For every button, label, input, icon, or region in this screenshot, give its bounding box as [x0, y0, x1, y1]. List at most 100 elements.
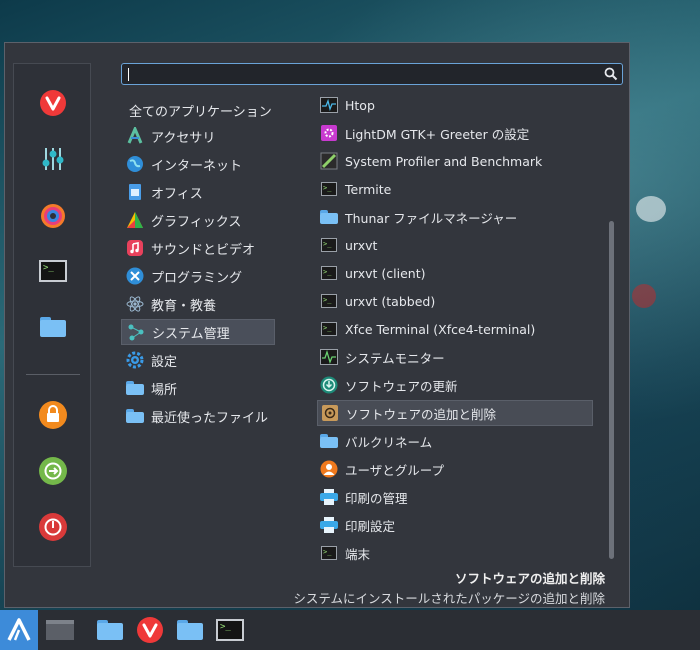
- app-label: System Profiler and Benchmark: [345, 153, 543, 169]
- app-label: urxvt (client): [345, 265, 426, 281]
- app-label: ユーザとグループ: [345, 462, 445, 478]
- folder-icon: [319, 431, 339, 451]
- category-label: システム管理: [152, 326, 230, 342]
- package-manager-icon: [320, 403, 340, 423]
- category-label: プログラミング: [151, 270, 243, 286]
- category-system[interactable]: システム管理: [121, 319, 275, 345]
- app-urxvt-tabbed[interactable]: >_ urxvt (tabbed): [317, 288, 593, 314]
- app-label: システムモニター: [345, 350, 445, 366]
- terminal-icon: >_: [319, 235, 339, 255]
- search-input[interactable]: [121, 63, 623, 85]
- app-label: 印刷の管理: [345, 490, 408, 506]
- app-label: LightDM GTK+ Greeter の設定: [345, 126, 530, 142]
- color-picker-icon[interactable]: [36, 198, 70, 232]
- terminal-icon[interactable]: >_: [36, 254, 70, 288]
- category-label: 教育・教養: [151, 298, 217, 314]
- app-label: ソフトウェアの更新: [345, 378, 458, 394]
- category-all-applications[interactable]: 全てのアプリケーション: [129, 101, 272, 120]
- app-label: Htop: [345, 97, 375, 113]
- printer-icon: [319, 487, 339, 507]
- category-development[interactable]: プログラミング: [121, 263, 275, 289]
- internet-icon: [125, 154, 145, 174]
- power-icon[interactable]: [36, 510, 70, 544]
- app-terminal[interactable]: >_ 端末: [317, 540, 593, 566]
- app-xfce-terminal[interactable]: >_ Xfce Terminal (Xfce4-terminal): [317, 316, 593, 342]
- terminal-icon: >_: [319, 179, 339, 199]
- wallpaper-surfer: [632, 284, 656, 308]
- app-software-update[interactable]: ソフトウェアの更新: [317, 372, 593, 398]
- app-list-scrollbar[interactable]: [609, 221, 614, 559]
- accessories-icon: [125, 126, 145, 146]
- logout-icon[interactable]: [36, 454, 70, 488]
- lightdm-icon: [319, 123, 339, 143]
- app-description-text: システムにインストールされたパッケージの追加と削除: [293, 591, 605, 606]
- app-system-profiler[interactable]: System Profiler and Benchmark: [317, 148, 593, 174]
- category-internet[interactable]: インターネット: [121, 151, 275, 177]
- category-graphics[interactable]: グラフィックス: [121, 207, 275, 233]
- app-package-manager[interactable]: ソフトウェアの追加と削除: [317, 400, 593, 426]
- app-label: Xfce Terminal (Xfce4-terminal): [345, 321, 536, 337]
- category-label: グラフィックス: [151, 214, 242, 230]
- app-label: Termite: [345, 181, 392, 197]
- terminal-icon: >_: [319, 319, 339, 339]
- text-caret: [128, 68, 129, 81]
- category-label: オフィス: [151, 186, 203, 202]
- category-label: 場所: [151, 382, 178, 398]
- app-bulk-rename[interactable]: バルクリネーム: [317, 428, 593, 454]
- app-label: ソフトウェアの追加と削除: [346, 406, 497, 422]
- favorites-panel: >_: [13, 63, 91, 567]
- app-urxvt-client[interactable]: >_ urxvt (client): [317, 260, 593, 286]
- category-label: サウンドとビデオ: [151, 242, 256, 258]
- users-icon: [319, 459, 339, 479]
- app-users-groups[interactable]: ユーザとグループ: [317, 456, 593, 482]
- app-print-manager[interactable]: 印刷の管理: [317, 484, 593, 510]
- app-urxvt[interactable]: >_ urxvt: [317, 232, 593, 258]
- folder-icon[interactable]: [36, 310, 70, 344]
- category-accessories[interactable]: アクセサリ: [121, 123, 275, 149]
- category-multimedia[interactable]: サウンドとビデオ: [121, 235, 275, 261]
- graphics-icon: [125, 210, 145, 230]
- settings-sliders-icon[interactable]: [36, 142, 70, 176]
- start-menu-icon[interactable]: [0, 610, 38, 650]
- terminal-icon: >_: [319, 543, 339, 563]
- category-settings[interactable]: 設定: [121, 347, 275, 373]
- window-icon[interactable]: [44, 614, 76, 646]
- development-icon: [125, 266, 145, 286]
- category-label: インターネット: [151, 158, 243, 174]
- office-icon: [125, 182, 145, 202]
- folder-icon[interactable]: [174, 614, 206, 646]
- app-termite[interactable]: >_ Termite: [317, 176, 593, 202]
- category-office[interactable]: オフィス: [121, 179, 275, 205]
- wallpaper-surfer: [636, 196, 666, 222]
- app-label: バルクリネーム: [345, 434, 433, 450]
- app-print-settings[interactable]: 印刷設定: [317, 512, 593, 538]
- vivaldi-icon[interactable]: [134, 614, 166, 646]
- category-education[interactable]: 教育・教養: [121, 291, 275, 317]
- category-label: 最近使ったファイル: [151, 410, 269, 426]
- software-update-icon: [319, 375, 339, 395]
- terminal-icon: >_: [319, 263, 339, 283]
- category-label: 設定: [151, 354, 178, 370]
- system-monitor-icon: [319, 347, 339, 367]
- folder-icon[interactable]: [94, 614, 126, 646]
- app-lightdm-settings[interactable]: LightDM GTK+ Greeter の設定: [317, 120, 593, 146]
- app-label: urxvt (tabbed): [345, 293, 436, 309]
- lock-icon[interactable]: [36, 398, 70, 432]
- system-icon: [126, 322, 146, 342]
- app-thunar[interactable]: Thunar ファイルマネージャー: [317, 204, 593, 230]
- htop-icon: [319, 95, 339, 115]
- vivaldi-icon[interactable]: [36, 86, 70, 120]
- folder-icon: [319, 207, 339, 227]
- app-label: 印刷設定: [345, 518, 396, 534]
- terminal-icon[interactable]: >_: [214, 614, 246, 646]
- app-label: urxvt: [345, 237, 378, 253]
- search-icon[interactable]: [604, 67, 618, 81]
- category-places[interactable]: 場所: [121, 375, 275, 401]
- category-label: アクセサリ: [151, 130, 216, 146]
- app-htop[interactable]: Htop: [317, 92, 593, 118]
- places-folder-icon: [125, 378, 145, 398]
- app-system-monitor[interactable]: システムモニター: [317, 344, 593, 370]
- application-menu: >_ 全てのアプリケーション アクセサリ インターネット オフィス グラフィック…: [4, 42, 630, 608]
- category-recent-files[interactable]: 最近使ったファイル: [121, 403, 275, 429]
- education-icon: [125, 294, 145, 314]
